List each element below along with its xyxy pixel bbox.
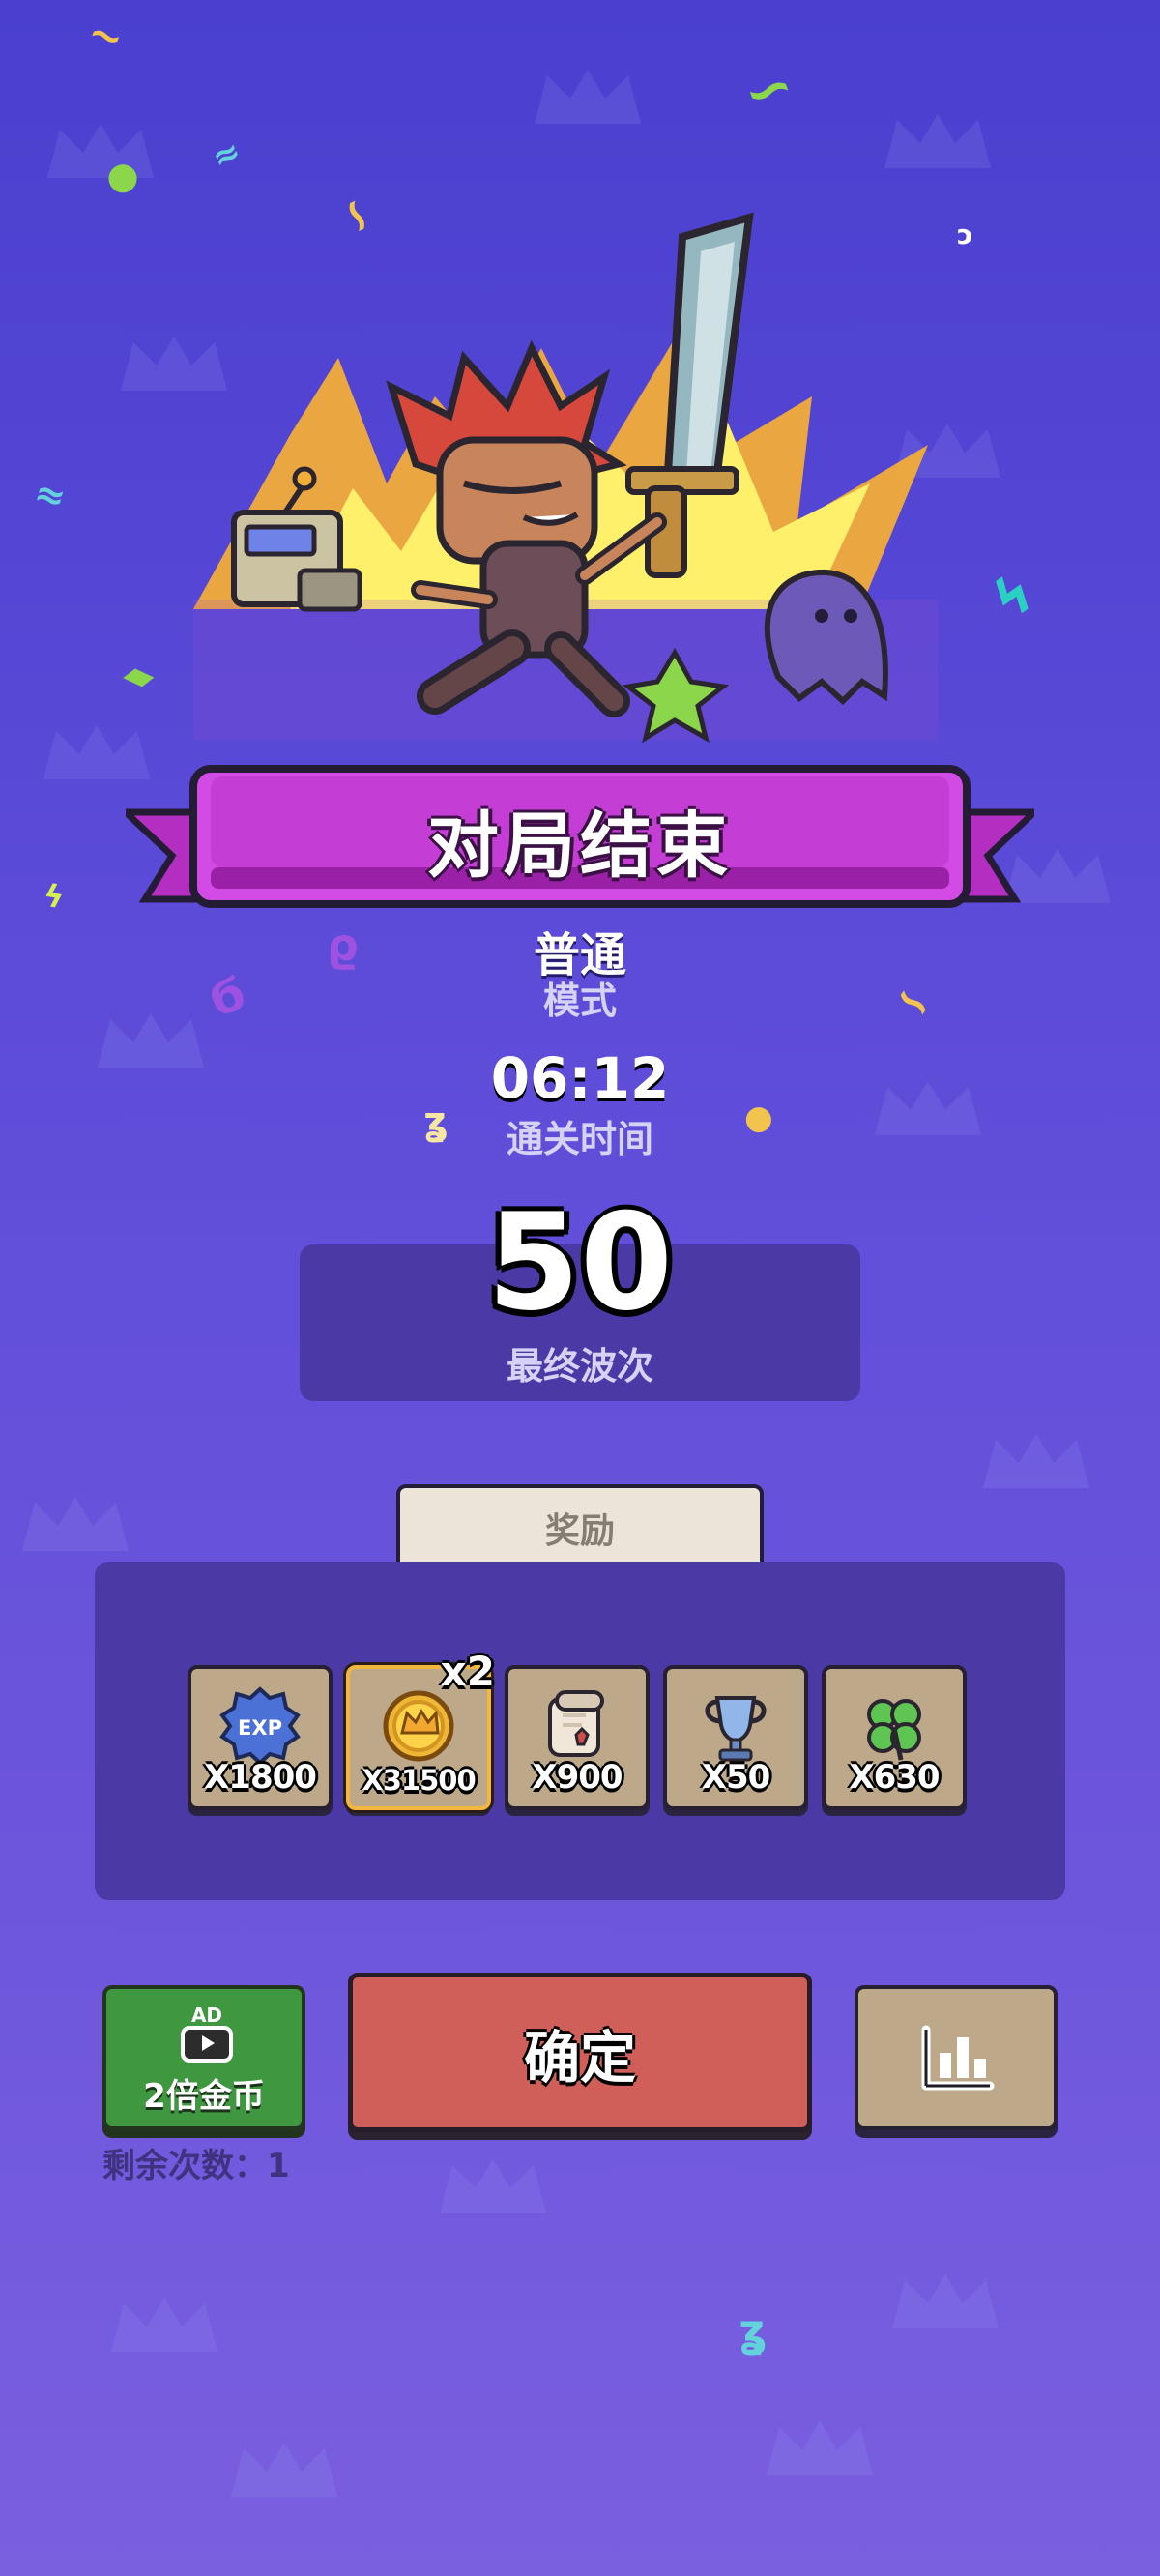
background-crown-icon — [892, 2274, 999, 2328]
background-crown-icon — [440, 2159, 546, 2213]
reward-amount: X50 — [701, 1758, 771, 1797]
background-crown-icon — [535, 70, 641, 124]
stats-button[interactable] — [855, 1985, 1058, 2130]
background-crown-icon — [983, 1434, 1089, 1488]
clover-icon — [867, 1699, 921, 1761]
ad-button-label: 2倍金币 — [143, 2077, 265, 2116]
final-wave-label: 最终波次 — [506, 1345, 653, 1388]
reward-amount: X900 — [532, 1758, 623, 1797]
confetti: ʓ — [739, 2304, 768, 2356]
confirm-button[interactable]: 确定 — [348, 1973, 812, 2132]
ad-video-icon: AD — [181, 2005, 233, 2063]
background-crown-icon — [231, 2443, 337, 2497]
background-crown-icon — [111, 2298, 218, 2352]
background-crown-icon — [22, 1497, 129, 1551]
page-title: 对局结束 — [427, 805, 733, 888]
final-wave-value: 50 — [486, 1185, 674, 1340]
ad-badge-text: AD — [191, 2005, 222, 2027]
clear-time-value: 06:12 — [490, 1045, 670, 1111]
trophy-icon — [705, 1696, 767, 1762]
reward-list: EXP X1800 x2 X31500 X900 X50 X630 — [188, 1648, 967, 1810]
exp-icon: EXP — [219, 1686, 301, 1766]
clear-time-label: 通关时间 — [506, 1118, 653, 1160]
scroll-icon — [548, 1690, 604, 1757]
victory-hero-scene — [193, 212, 938, 744]
exp-icon-text: EXP — [238, 1716, 282, 1740]
ad-double-gold-button[interactable]: AD 2倍金币 — [102, 1985, 305, 2130]
reward-item-exp: EXP X1800 — [188, 1665, 333, 1810]
reward-item-trophy: X50 — [663, 1665, 808, 1810]
bar-chart-icon — [921, 2025, 995, 2091]
reward-item-scroll: X900 — [505, 1665, 650, 1810]
ghost-icon — [764, 569, 888, 706]
reward-amount: X1800 — [204, 1758, 317, 1797]
background-crown-icon — [884, 114, 991, 168]
reward-item-clover: X630 — [822, 1665, 967, 1810]
reward-amount: X630 — [849, 1758, 940, 1797]
gold-coin-icon — [383, 1690, 454, 1762]
mode-label: 模式 — [542, 980, 617, 1022]
reward-amount: X31500 — [362, 1764, 476, 1797]
reward-item-gold-coin: x2 X31500 — [346, 1648, 495, 1810]
background-crown-icon — [767, 2421, 873, 2475]
reward-tab[interactable]: 奖励 — [396, 1484, 764, 1571]
ad-remaining-count: 剩余次数：1 — [102, 2147, 290, 2185]
